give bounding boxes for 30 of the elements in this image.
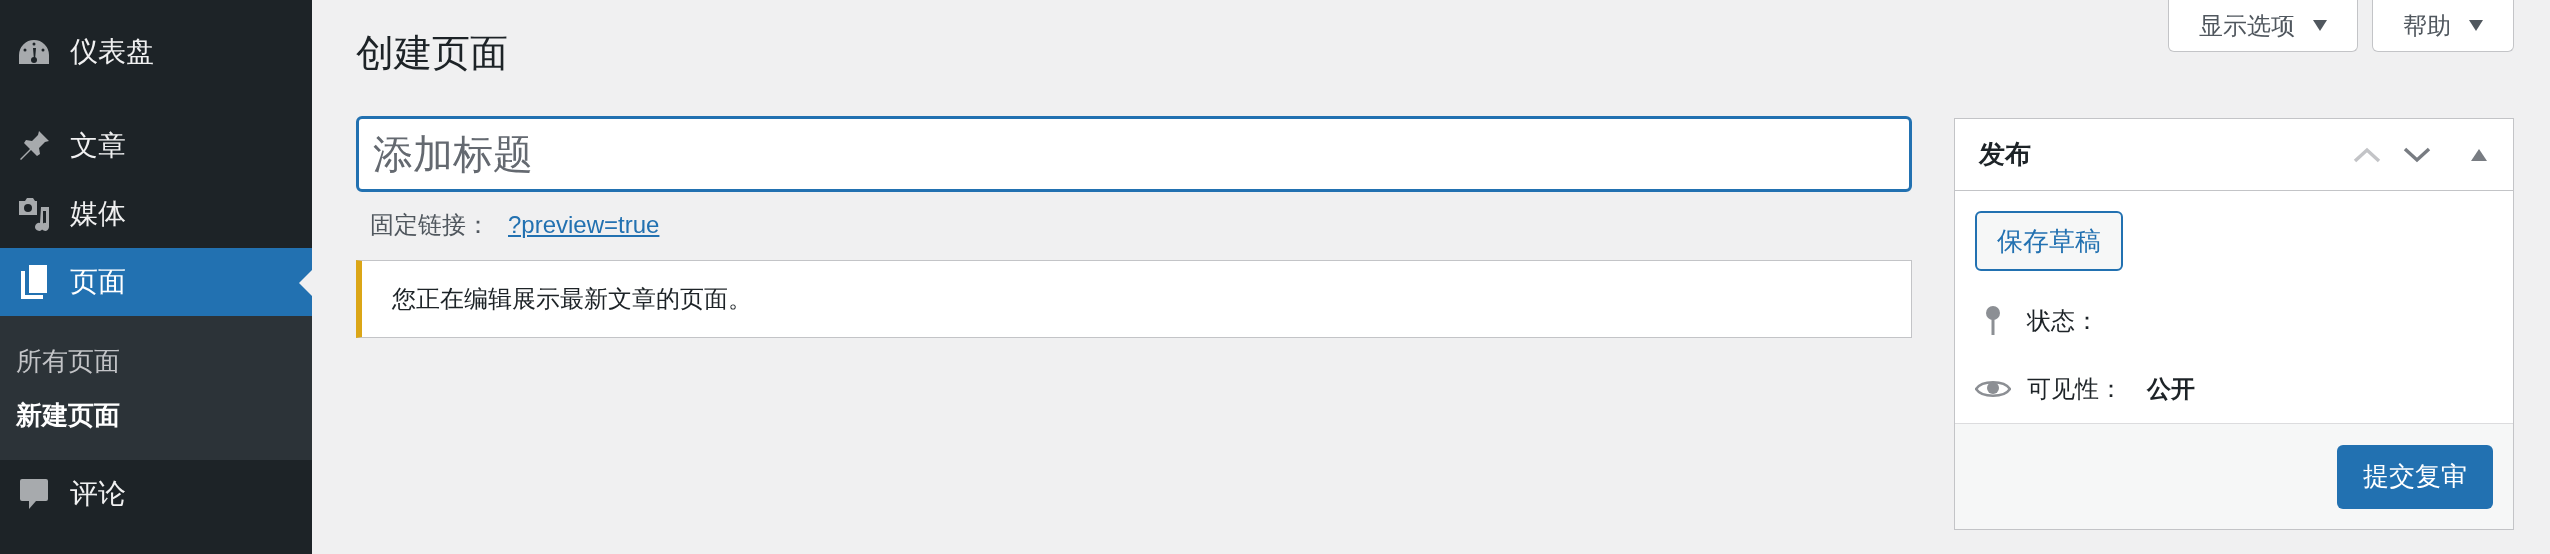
page-heading: 创建页面	[356, 31, 508, 76]
pin-icon	[1985, 305, 2001, 337]
current-menu-arrow-icon	[299, 270, 312, 296]
save-draft-button[interactable]: 保存草稿	[1975, 211, 2123, 271]
field-label: 状态：	[2027, 306, 2099, 336]
chevron-down-icon[interactable]	[2403, 146, 2431, 163]
sidebar-menu-item[interactable]: 媒体	[0, 180, 312, 248]
sidebar-menu-item[interactable]: 仪表盘	[0, 18, 312, 86]
dropdown-caret-icon	[2313, 20, 2327, 31]
dropdown-caret-icon	[2469, 20, 2483, 31]
submenu-item[interactable]: 所有页面	[0, 334, 312, 388]
permalink-label: 固定链接：	[370, 210, 490, 240]
screen-tab-button[interactable]: 帮助	[2372, 0, 2514, 52]
notice-text: 您正在编辑展示最新文章的页面。	[392, 284, 752, 314]
field-label: 可见性：	[2027, 374, 2123, 404]
field-value: 公开	[2147, 374, 2195, 404]
submit-review-button[interactable]: 提交复审	[2337, 444, 2493, 509]
sidebar-menu-item[interactable]: 文章	[0, 112, 312, 180]
screen-tab-button[interactable]: 显示选项	[2168, 0, 2358, 52]
pages-icon	[19, 265, 49, 299]
permalink-link[interactable]: ?preview=true	[508, 207, 660, 243]
sidebar-menu-item[interactable]: 评论	[0, 460, 312, 528]
dashboard-gauge-icon	[17, 38, 51, 66]
collapse-triangle-icon[interactable]	[2471, 148, 2487, 161]
sidebar-menu-item[interactable]: 页面	[0, 248, 312, 316]
title-input-field[interactable]: 添加标题	[356, 116, 1912, 192]
eye-icon	[1975, 378, 2011, 400]
publish-box-title: 发布	[1979, 138, 2031, 171]
submenu-item[interactable]: 新建页面	[0, 388, 312, 442]
speech-bubble-icon	[19, 477, 49, 511]
